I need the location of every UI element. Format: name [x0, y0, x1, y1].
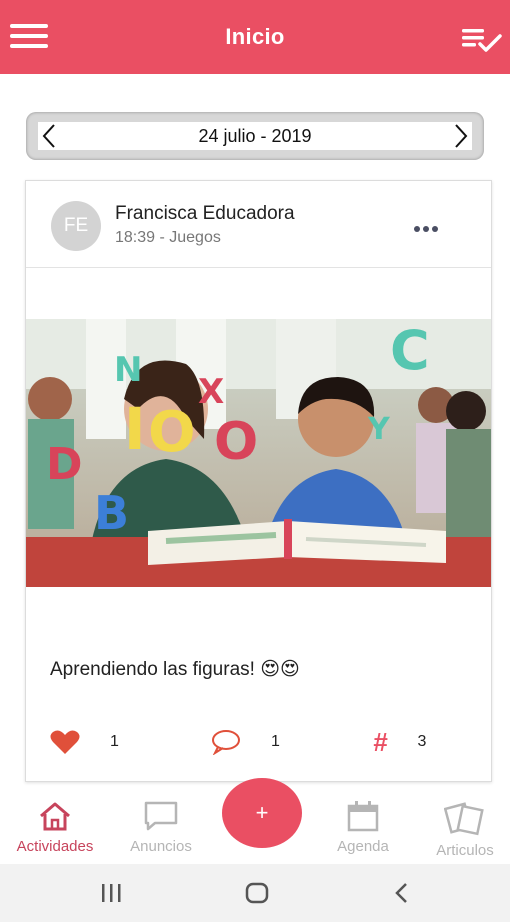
more-options-icon[interactable]: [414, 219, 444, 232]
checklist-icon[interactable]: [460, 24, 504, 54]
card-divider: [26, 267, 491, 268]
tag-count: 3: [417, 733, 427, 750]
bottom-navigation: Actividades Anuncios + Agenda Articulos: [0, 778, 510, 862]
nav-label-anuncios: Anuncios: [130, 838, 192, 855]
nav-item-actividades[interactable]: Actividades: [0, 800, 110, 855]
svg-text:Y: Y: [367, 412, 391, 447]
nav-label-agenda: Agenda: [337, 838, 389, 855]
svg-text:X: X: [198, 372, 224, 412]
svg-text:B: B: [94, 486, 129, 540]
post-photo-illustration: D B I O X O N C Y: [26, 319, 491, 587]
avatar[interactable]: FE: [51, 201, 101, 251]
post-photo[interactable]: D B I O X O N C Y: [26, 319, 491, 587]
svg-text:O: O: [148, 400, 196, 465]
home-button-icon[interactable]: [244, 882, 270, 904]
current-date: 24 julio - 2019: [198, 126, 312, 146]
nav-item-anuncios[interactable]: Anuncios: [106, 800, 216, 855]
nav-label-actividades: Actividades: [16, 838, 94, 855]
nav-label-articulos: Articulos: [436, 842, 494, 859]
page-title: Inicio: [225, 24, 285, 49]
recent-apps-icon[interactable]: [100, 882, 124, 904]
add-post-button[interactable]: +: [222, 778, 302, 848]
system-navigation-bar: [0, 864, 510, 922]
date-selector: 24 julio - 2019: [26, 112, 484, 160]
comment-icon: [212, 730, 240, 755]
home-icon: [40, 802, 70, 831]
back-icon[interactable]: [392, 882, 412, 904]
post-caption: Aprendiendo las figuras! 😍😍: [50, 659, 300, 680]
hashtag-icon: #: [373, 727, 388, 757]
app-header: Inicio: [0, 0, 510, 74]
post-meta: 18:39 - Juegos: [115, 229, 221, 246]
comment-count: 1: [271, 733, 280, 750]
nav-item-agenda[interactable]: Agenda: [308, 800, 418, 855]
date-display: 24 julio - 2019: [38, 122, 472, 150]
svg-text:O: O: [214, 412, 258, 472]
speech-bubble-icon: [144, 801, 178, 831]
post-author[interactable]: Francisca Educadora: [115, 203, 295, 225]
svg-text:C: C: [390, 319, 430, 382]
documents-icon: [444, 802, 484, 836]
nav-item-articulos[interactable]: Articulos: [410, 800, 510, 859]
like-button[interactable]: 1: [50, 729, 119, 755]
next-date-arrow-icon[interactable]: [450, 122, 470, 150]
svg-text:I: I: [124, 395, 146, 463]
tags-button[interactable]: # 3: [373, 729, 426, 755]
svg-text:N: N: [114, 350, 142, 390]
heart-icon: [50, 730, 80, 754]
svg-text:D: D: [46, 439, 83, 490]
like-count: 1: [110, 733, 119, 750]
calendar-icon: [347, 801, 379, 832]
post-card: FE Francisca Educadora 18:39 - Juegos D …: [25, 180, 492, 782]
comment-button[interactable]: 1: [211, 729, 280, 755]
